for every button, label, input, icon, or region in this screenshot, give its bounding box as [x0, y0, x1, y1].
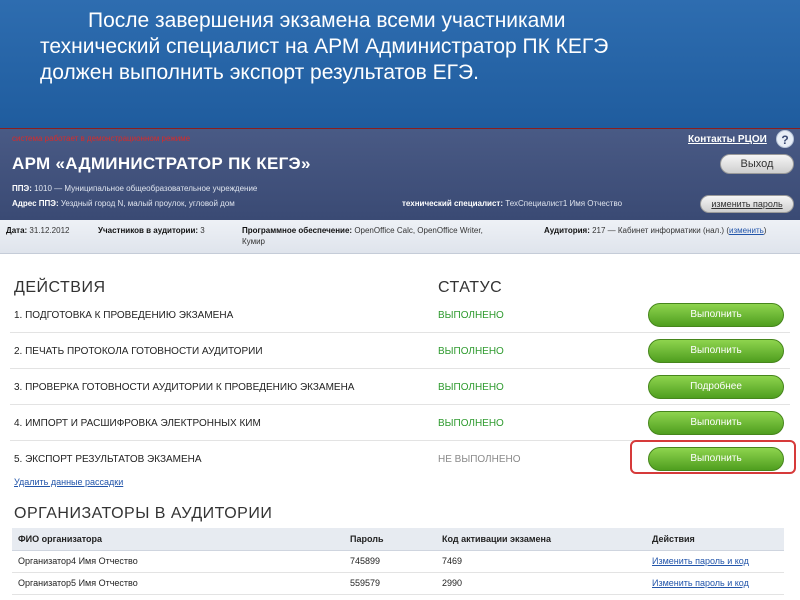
status-badge: ВЫПОЛНЕНО: [438, 310, 504, 321]
organizers-title: ОРГАНИЗАТОРЫ В АУДИТОРИИ: [14, 505, 273, 522]
status-badge: ВЫПОЛНЕНО: [438, 382, 504, 393]
organizer-name: Организатор5 Имя Отчество: [12, 572, 344, 595]
change-password-code-link[interactable]: Изменить пароль и код: [652, 556, 749, 566]
room-info: Аудитория: 217 — Кабинет информатики (на…: [544, 226, 767, 235]
action-row: 4. ИМПОРТ И РАСШИФРОВКА ЭЛЕКТРОННЫХ КИМ …: [10, 405, 790, 441]
column-header: Пароль: [344, 528, 436, 551]
action-label: 5. ЭКСПОРТ РЕЗУЛЬТАТОВ ЭКЗАМЕНА: [14, 454, 202, 465]
table-row: Организатор4 Имя Отчество 745899 7469 Из…: [12, 550, 784, 573]
table-row: Организатор5 Имя Отчество 559579 2990 Из…: [12, 572, 784, 595]
ppe-address-value: Уездный город N, малый проулок, угловой …: [60, 199, 235, 208]
status-badge: ВЫПОЛНЕНО: [438, 346, 504, 357]
ppe-address-label: Адрес ППЭ:: [12, 199, 59, 208]
slide-text-line: должен выполнить экспорт результатов ЕГЭ…: [40, 61, 479, 84]
organizer-password: 745899: [344, 550, 436, 573]
action-label: 1. ПОДГОТОВКА К ПРОВЕДЕНИЮ ЭКЗАМЕНА: [14, 310, 234, 321]
slide-text-line: технический специалист на АРМ Администра…: [40, 35, 609, 58]
slide-text-line: После завершения экзамена всеми участник…: [88, 9, 566, 32]
action-label: 3. ПРОВЕРКА ГОТОВНОСТИ АУДИТОРИИ К ПРОВЕ…: [14, 382, 355, 393]
action-row: 2. ПЕЧАТЬ ПРОТОКОЛА ГОТОВНОСТИ АУДИТОРИИ…: [10, 333, 790, 369]
status-badge: НЕ ВЫПОЛНЕНО: [438, 454, 521, 465]
participants-count: Участников в аудитории: 3: [98, 226, 205, 235]
tech-specialist-info: технический специалист: ТехСпециалист1 И…: [402, 199, 622, 208]
logout-button[interactable]: Выход: [720, 154, 794, 174]
tech-specialist-label: технический специалист:: [402, 199, 504, 208]
execute-button[interactable]: Выполнить: [648, 339, 784, 363]
action-row: 3. ПРОВЕРКА ГОТОВНОСТИ АУДИТОРИИ К ПРОВЕ…: [10, 369, 790, 405]
organizers-table: ФИО организатора Пароль Код активации эк…: [12, 528, 784, 595]
tech-specialist-value: ТехСпециалист1 Имя Отчество: [505, 199, 623, 208]
app-title: АРМ «АДМИНИСТРАТОР ПК КЕГЭ»: [12, 154, 311, 173]
actions-title: ДЕЙСТВИЯ: [14, 279, 106, 296]
execute-button[interactable]: Выполнить: [648, 303, 784, 327]
delete-seating-link[interactable]: Удалить данные рассадки: [14, 477, 123, 487]
action-label: 4. ИМПОРТ И РАСШИФРОВКА ЭЛЕКТРОННЫХ КИМ: [14, 418, 261, 429]
change-password-code-link[interactable]: Изменить пароль и код: [652, 578, 749, 588]
column-header: ФИО организатора: [12, 528, 344, 551]
slide-header: После завершения экзамена всеми участник…: [0, 0, 800, 128]
organizer-action-cell: Изменить пароль и код: [646, 572, 784, 595]
ppe-address: Адрес ППЭ: Уездный город N, малый проуло…: [12, 199, 235, 208]
software-info-cont: Кумир: [242, 237, 265, 246]
table-header-row: ФИО организатора Пароль Код активации эк…: [12, 528, 784, 551]
organizer-code: 7469: [436, 550, 646, 573]
organizer-action-cell: Изменить пароль и код: [646, 550, 784, 573]
contacts-link[interactable]: Контакты РЦОИ: [688, 134, 767, 145]
organizer-code: 2990: [436, 572, 646, 595]
demo-warning: система работает в демонстрационном режи…: [12, 134, 191, 143]
column-header: Действия: [646, 528, 784, 551]
action-row: 1. ПОДГОТОВКА К ПРОВЕДЕНИЮ ЭКЗАМЕНА ВЫПО…: [10, 297, 790, 333]
software-info: Программное обеспечение: OpenOffice Calc…: [242, 226, 483, 235]
execute-button[interactable]: Выполнить: [648, 411, 784, 435]
ppe-info: ППЭ: 1010 — Муниципальное общеобразовате…: [12, 184, 257, 193]
help-icon[interactable]: ?: [776, 130, 794, 148]
exam-date: Дата: 31.12.2012: [6, 226, 70, 235]
highlight-frame: [630, 440, 796, 474]
ppe-label: ППЭ:: [12, 184, 32, 193]
status-title: СТАТУС: [438, 279, 503, 296]
status-badge: ВЫПОЛНЕНО: [438, 418, 504, 429]
column-header: Код активации экзамена: [436, 528, 646, 551]
organizer-name: Организатор4 Имя Отчество: [12, 550, 344, 573]
change-password-button[interactable]: изменить пароль: [700, 195, 794, 213]
organizer-password: 559579: [344, 572, 436, 595]
ppe-value: 1010 — Муниципальное общеобразовательное…: [34, 184, 258, 193]
room-change-link[interactable]: изменить: [729, 226, 764, 235]
details-button[interactable]: Подробнее: [648, 375, 784, 399]
action-label: 2. ПЕЧАТЬ ПРОТОКОЛА ГОТОВНОСТИ АУДИТОРИИ: [14, 346, 263, 357]
